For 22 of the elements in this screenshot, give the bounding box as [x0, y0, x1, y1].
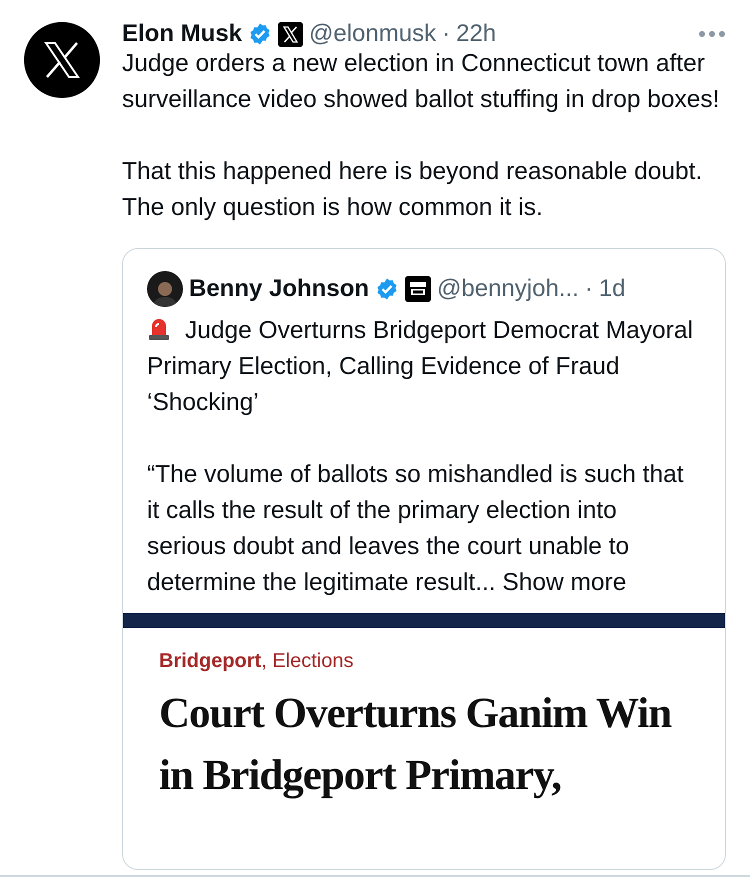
quoted-author-name[interactable]: Benny Johnson — [189, 275, 370, 303]
article-category: Bridgeport, Elections — [158, 649, 354, 673]
show-logo-icon — [405, 276, 432, 302]
post-text: Judge orders a new election in Connecticut town after surveillance video showed ballot stuffing in drop boxes! — [122, 49, 720, 115]
more-icon[interactable] — [698, 30, 726, 38]
quoted-headline: Judge Overturns Bridgeport Democrat Mayoral Primary Election, Calling Evidence of Fraud ‘Shocking’ — [147, 314, 694, 418]
quoted-post-time[interactable]: 1d — [598, 275, 626, 303]
show-more-link[interactable]: Show more — [502, 569, 626, 596]
author-name[interactable]: Elon Musk — [122, 20, 242, 48]
quoted-post-card[interactable] — [122, 248, 726, 870]
x-logo-icon — [278, 22, 304, 46]
separator-dot: · — [442, 20, 450, 48]
quoted-author-handle[interactable]: @bennyjoh... — [437, 275, 579, 303]
quoted-excerpt: “The volume of ballots so mishandled is such that it calls the result of the primary election into serious doubt and leaves the court unable to determine the legitimate result... Show more — [147, 460, 685, 598]
separator-dot: · — [584, 275, 593, 303]
post-time[interactable]: 22h — [456, 20, 496, 48]
avatar[interactable] — [147, 271, 183, 307]
article-title: Court Overturns Ganim Win — [159, 689, 672, 739]
author-handle[interactable]: @elonmusk — [309, 20, 436, 48]
article-title: in Bridgeport Primary, — [159, 751, 562, 801]
post-text: That this happened here is beyond reasonable doubt. The only question is how common it is. — [122, 157, 704, 223]
x-logo-icon — [42, 40, 82, 80]
